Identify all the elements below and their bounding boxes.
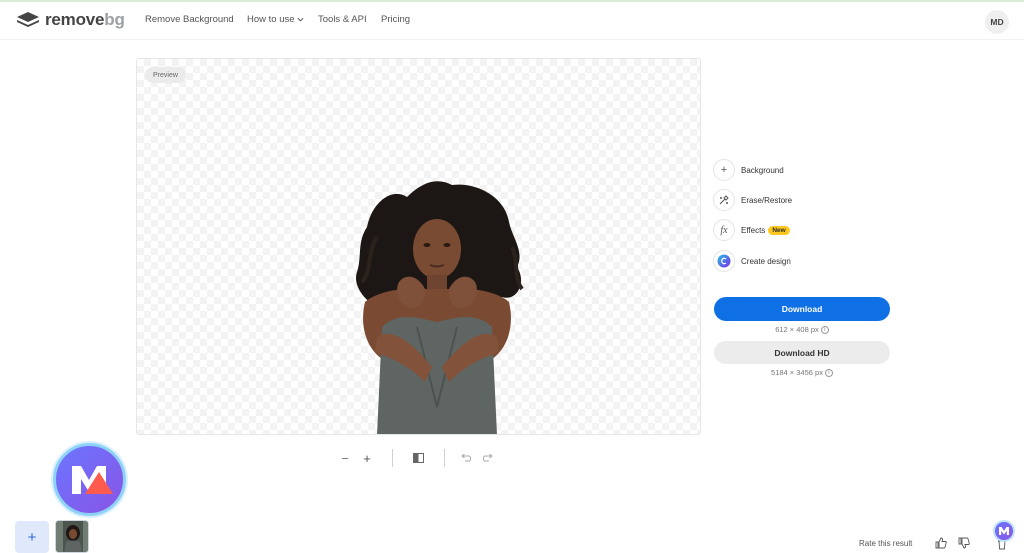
tool-erase-restore-label: Erase/Restore [741,195,793,205]
logo[interactable]: removebg [16,10,125,30]
thumbs-down-icon[interactable] [958,537,970,549]
info-icon[interactable]: i [824,368,833,377]
download-resolution-text: 612 × 408 px [775,325,819,334]
tool-create-design-label: Create design [741,256,791,266]
toolbar-divider [444,449,445,467]
m-logo-small-icon [999,527,1009,535]
thumbs-up-icon[interactable] [935,537,947,549]
user-avatar[interactable]: MD [985,10,1009,34]
logo-icon [17,12,39,27]
nav-tools-api[interactable]: Tools & API [318,14,367,25]
nav-how-to-use-label: How to use [247,14,295,25]
brush-icon [713,189,735,211]
preview-badge: Preview [145,67,186,83]
top-navbar: removebg Remove Background How to use To… [0,2,1024,40]
download-resolution: 612 × 408 px i [714,325,890,334]
chevron-down-icon [297,17,304,22]
nav-remove-background[interactable]: Remove Background [145,14,234,25]
nav-pricing[interactable]: Pricing [381,14,410,25]
fx-icon: fx [713,219,735,241]
download-hd-resolution-text: 5184 × 3456 px [771,368,823,377]
undo-icon [460,453,471,461]
tool-erase-restore[interactable]: Erase/Restore [713,188,792,212]
download-hd-button[interactable]: Download HD [714,341,890,364]
rate-result-label: Rate this result [859,539,913,548]
plus-icon: + [713,159,735,181]
tool-background[interactable]: + Background [713,158,784,182]
m-logo-icon [72,466,113,494]
tool-background-label: Background [741,165,784,175]
preview-canvas[interactable]: Preview [136,58,701,435]
m-watermark-logo [53,443,126,516]
undo-button[interactable] [458,450,472,466]
info-icon[interactable]: i [820,325,829,334]
preview-toolbar: − + [336,448,500,468]
download-hd-resolution: 5184 × 3456 px i [714,368,890,377]
redo-button[interactable] [481,450,495,466]
tool-effects[interactable]: fx Effects New [713,218,790,242]
tool-create-design[interactable]: Create design [713,249,791,273]
compare-icon [412,453,424,463]
tool-effects-label: Effects [741,225,766,235]
thumbnail-image [56,521,88,552]
image-thumbnail[interactable] [55,520,89,553]
canva-icon [713,250,735,272]
logo-text: removebg [45,10,125,29]
nav-how-to-use[interactable]: How to use [247,14,304,25]
cutout-subject-image [356,181,524,434]
download-button[interactable]: Download [714,297,890,321]
add-image-button[interactable]: + [15,521,49,553]
new-badge: New [768,225,790,235]
toolbar-divider [392,449,393,467]
zoom-in-button[interactable]: + [360,450,374,466]
compare-toggle-button[interactable] [410,450,426,466]
zoom-out-button[interactable]: − [338,450,352,466]
m-watermark-small [993,520,1015,542]
redo-icon [482,453,493,461]
